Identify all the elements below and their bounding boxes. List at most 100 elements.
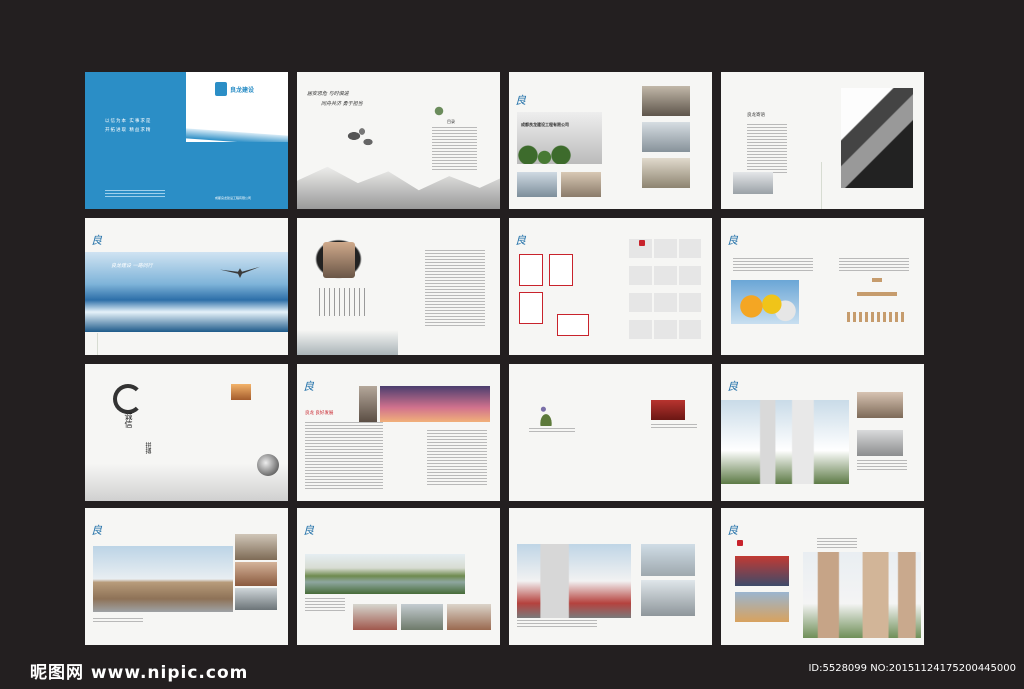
certificate-4 xyxy=(557,314,589,336)
calligraphy-word2: 拼搏 xyxy=(144,442,151,454)
ink-cranes xyxy=(342,124,382,154)
calligraphy-word1: 诚信 xyxy=(124,412,133,428)
apartment-photo-main xyxy=(517,544,631,618)
ceremony-caption xyxy=(817,538,857,548)
villa-photo-1 xyxy=(353,604,397,630)
lotus-icon xyxy=(432,104,446,118)
watermark-id: ID:5528099 NO:20151124175200445000 xyxy=(808,663,1016,674)
toc-calligraphy-line2: 同舟共济 勇于担当 xyxy=(321,101,363,107)
brochure-spread-towers: 良 xyxy=(721,364,924,501)
company-logo-text: 良龙建设 xyxy=(230,87,255,94)
toc-list xyxy=(432,127,477,172)
crane-small-photo xyxy=(359,386,377,422)
portrait-body xyxy=(425,250,485,328)
crane-body-left xyxy=(305,422,383,490)
office-photo-2 xyxy=(561,172,601,197)
cover-company-name: 成都良龙建设工程有限公司 xyxy=(215,196,252,200)
message-heading: 良龙寄语 xyxy=(747,113,765,118)
brochure-spread-portrait xyxy=(297,218,500,355)
office-side-photo-2 xyxy=(235,562,277,586)
section-logo-icon: 良 xyxy=(727,524,738,537)
lobby-sign-text: 成都良龙建设工程有限公司 xyxy=(521,122,569,127)
watermark-footer: 昵图网 www.nipic.com ID:5528099 NO:20151124… xyxy=(0,650,1024,689)
lobby-plants xyxy=(517,142,572,164)
villa-photo-2 xyxy=(401,604,443,630)
brochure-spread-villa: 良 xyxy=(297,508,500,645)
office-photo-4 xyxy=(642,122,690,152)
offices-caption xyxy=(93,618,143,623)
certificate-3 xyxy=(519,292,543,324)
bamboo-decoration xyxy=(97,333,98,355)
ink-circle-icon xyxy=(113,384,143,414)
brochure-spread-eagle: 良 良龙建设 一路同行 xyxy=(85,218,288,355)
apartment-caption xyxy=(517,620,597,628)
brochure-spread-lobby: 良 成都良龙建设工程有限公司 xyxy=(509,72,712,209)
apartment-photo-side-1 xyxy=(641,544,695,576)
section-logo-icon: 良 xyxy=(303,524,314,537)
brochure-spread-ceremony: 良 xyxy=(721,508,924,645)
section-logo-icon: 良 xyxy=(515,94,526,107)
office-photo-5 xyxy=(642,158,690,188)
section-title-marker xyxy=(737,540,743,546)
orgchart-body xyxy=(839,258,909,272)
villa-photo-3 xyxy=(447,604,491,630)
team-photo xyxy=(857,392,903,418)
section-logo-icon: 良 xyxy=(515,234,526,247)
office-photo-1 xyxy=(517,172,557,197)
apartment-photo-side-2 xyxy=(641,580,695,616)
crane-heading: 良龙 良好发展 xyxy=(305,411,334,416)
brochure-spread-toc: 居安思危 与时俱进 同舟共济 勇于担当 目录 xyxy=(297,72,500,209)
brochure-spread-orchid xyxy=(509,364,712,501)
brochure-spread-apartments xyxy=(509,508,712,645)
cover-blue-panel xyxy=(85,72,186,209)
crane-sunset-photo xyxy=(380,386,490,422)
cover-slogan-line1: 以信为本 实事求是 xyxy=(105,119,152,124)
cover-small-text xyxy=(105,190,165,198)
block-photo xyxy=(857,430,903,456)
certificate-stamp-icon xyxy=(639,240,645,246)
brochure-spread-crane: 良 良龙 良好发展 xyxy=(297,364,500,501)
section-logo-icon: 良 xyxy=(727,380,738,393)
brochure-spread-helmets: 良 xyxy=(721,218,924,355)
brochure-spread-certificates: 良 xyxy=(509,218,712,355)
orchid-caption xyxy=(529,428,575,433)
meeting-photo xyxy=(651,400,685,420)
ink-moon-icon xyxy=(257,454,279,476)
handshake-photo xyxy=(733,172,773,194)
meeting-caption xyxy=(651,424,697,429)
org-chart xyxy=(847,278,907,338)
ceremony-photo-2 xyxy=(735,592,789,622)
office-photo-3 xyxy=(642,86,690,116)
brochure-spread-message: 良龙寄语 xyxy=(721,72,924,209)
towers-caption xyxy=(857,460,907,470)
certificate-2 xyxy=(549,254,573,286)
section-logo-icon: 良 xyxy=(91,234,102,247)
office-side-photo-3 xyxy=(235,588,277,610)
toc-calligraphy-line1: 居安思危 与时俱进 xyxy=(307,91,349,97)
brochure-spread-offices: 良 xyxy=(85,508,288,645)
sunset-photo xyxy=(231,384,251,400)
ceremony-photo-1 xyxy=(735,556,789,586)
message-body xyxy=(747,124,787,174)
crane-body-right xyxy=(427,430,487,486)
villa-water-photo xyxy=(305,554,465,594)
watermark-brand: 昵图网 www.nipic.com xyxy=(30,663,249,683)
toc-heading: 目录 xyxy=(447,119,455,124)
office-building-photo xyxy=(93,546,233,612)
certificate-grid xyxy=(627,236,701,344)
portrait-vertical-text xyxy=(319,288,365,316)
bamboo-decoration xyxy=(821,162,822,209)
brochure-spread-cover: 良龙建设 以信为本 实事求是 开拓进取 精益求精 成都良龙建设工程有限公司 xyxy=(85,72,288,209)
section-logo-icon: 良 xyxy=(91,524,102,537)
helmets-photo xyxy=(731,280,799,324)
section-logo-icon: 良 xyxy=(727,234,738,247)
eagle-banner-text: 良龙建设 一路同行 xyxy=(111,263,153,269)
cover-slogan-line2: 开拓进取 精益求精 xyxy=(105,128,152,133)
highrise-photo xyxy=(803,552,921,638)
villa-caption xyxy=(305,598,345,612)
building-bw-photo xyxy=(841,88,913,188)
brochure-spread-calligraphy: 诚信 拼搏 xyxy=(85,364,288,501)
section-logo-icon: 良 xyxy=(303,380,314,393)
towers-photo xyxy=(721,400,849,484)
orchid-icon xyxy=(533,402,559,426)
